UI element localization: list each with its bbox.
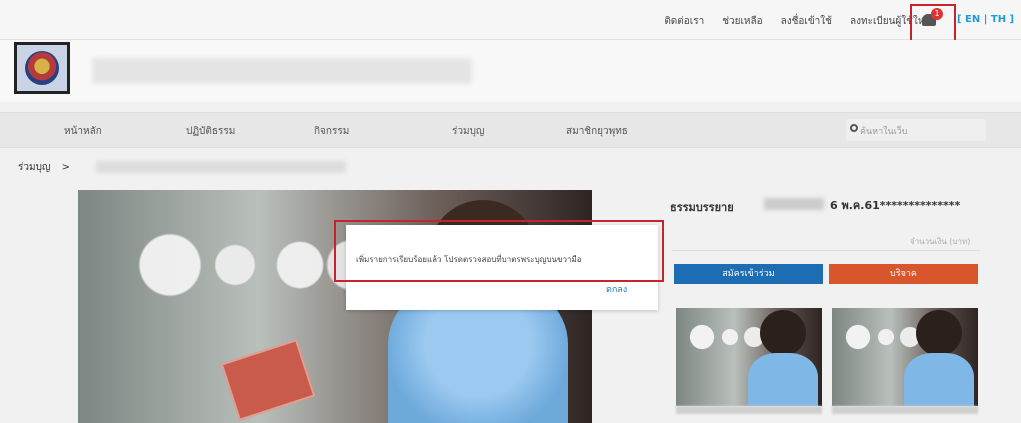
ok-button[interactable]: ตกลง bbox=[606, 282, 627, 296]
help-link[interactable]: ช่วยเหลือ bbox=[722, 14, 762, 29]
site-title-blurred bbox=[92, 58, 472, 84]
site-logo[interactable] bbox=[14, 42, 70, 94]
thumbnail-2[interactable] bbox=[832, 308, 978, 406]
nav-practice[interactable]: ปฏิบัติธรรม bbox=[186, 124, 235, 139]
breadcrumb-root[interactable]: ร่วมบุญ bbox=[18, 162, 50, 173]
notification-badge: 1 bbox=[931, 8, 943, 20]
thumbnail-1[interactable] bbox=[676, 308, 822, 406]
banknote bbox=[220, 339, 316, 421]
top-links: ติดต่อเรา ช่วยเหลือ ลงชื่อเข้าใช้ ลงทะเบ… bbox=[664, 14, 931, 29]
message-highlight bbox=[334, 220, 664, 282]
search-input[interactable]: ค้นหาในเว็บ bbox=[846, 119, 986, 141]
divider bbox=[672, 250, 980, 251]
donate-button[interactable]: บริจาค bbox=[829, 264, 978, 284]
join-button[interactable]: สมัครเข้าร่วม bbox=[674, 264, 823, 284]
dialog-message: เพิ่มรายการเรียบร้อยแล้ว โปรดตรวจสอบที่บ… bbox=[356, 255, 582, 264]
thumbnail-caption-2 bbox=[832, 406, 978, 414]
contact-link[interactable]: ติดต่อเรา bbox=[664, 14, 704, 29]
breadcrumb: ร่วมบุญ > bbox=[18, 160, 70, 175]
nav-home[interactable]: หน้าหลัก bbox=[64, 124, 102, 139]
search-placeholder: ค้นหาในเว็บ bbox=[860, 127, 908, 137]
amount-label: จำนวนเงิน (บาท) bbox=[910, 237, 971, 246]
project-title: ธรรมบรรยาย bbox=[670, 201, 734, 214]
breadcrumb-separator: > bbox=[61, 162, 71, 173]
breadcrumb-blurred bbox=[96, 161, 346, 173]
nav-youth[interactable]: สมาชิกยุวพุทธ bbox=[566, 124, 628, 139]
nav-merit[interactable]: ร่วมบุญ bbox=[452, 124, 484, 139]
search-icon bbox=[850, 124, 858, 132]
project-date: 6 พ.ค.61************** bbox=[830, 199, 961, 212]
seal-icon bbox=[25, 51, 59, 85]
thumbnail-caption-1 bbox=[676, 406, 822, 414]
login-link[interactable]: ลงชื่อเข้าใช้ bbox=[781, 14, 832, 29]
language-switcher[interactable]: [ EN | TH ] bbox=[957, 14, 1014, 25]
project-title-blurred bbox=[764, 198, 824, 210]
nav-activities[interactable]: กิจกรรม bbox=[314, 124, 349, 139]
